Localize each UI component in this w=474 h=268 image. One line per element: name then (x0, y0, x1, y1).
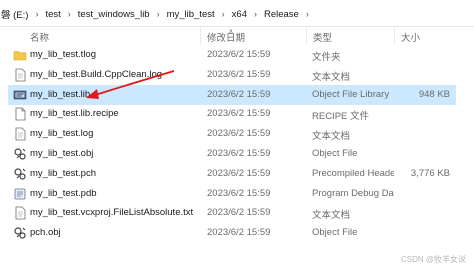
file-row[interactable]: my_lib_test.lib 2023/6/2 15:59 Object File… (8, 84, 456, 105)
file-date: 2023/6/2 15:59 (207, 128, 271, 140)
file-name: my_lib_test.pch (30, 167, 97, 179)
file-date: 2023/6/2 15:59 (207, 49, 271, 60)
column-header-bar: 名称 修改日期 类型 大小 (0, 27, 474, 45)
file-row[interactable]: my_lib_test.tlog 2023/6/2 15:59 文件夹 (8, 45, 456, 65)
column-divider[interactable] (394, 27, 395, 45)
file-type: Object File (312, 148, 358, 159)
breadcrumb-x64[interactable]: x64 (231, 9, 248, 20)
file-row[interactable]: my_lib_test.Build.CppClean.log 2023/6/2 1… (8, 65, 456, 85)
file-row[interactable]: pch.obj 2023/6/2 15:59 Object File (8, 223, 456, 243)
breadcrumb-drive[interactable]: 磐 (E:) (0, 7, 29, 21)
file-name: my_lib_test.Build.CppClean.log (30, 68, 163, 80)
chevron-right-icon[interactable]: › (300, 9, 315, 19)
file-name: my_lib_test.vcxproj.FileListAbsolute.txt (30, 207, 194, 219)
folder-icon (13, 48, 27, 62)
text-file-icon (13, 127, 27, 141)
text-file-icon (13, 68, 27, 82)
breadcrumb-test[interactable]: test (44, 9, 61, 20)
breadcrumb-test-windows-lib[interactable]: test_windows_lib (77, 9, 151, 20)
obj-file-icon (13, 147, 27, 161)
file-type: Object File (312, 227, 358, 239)
file-name: my_lib_test.lib (30, 88, 91, 100)
file-date: 2023/6/2 15:59 (207, 207, 271, 219)
file-row[interactable]: my_lib_test.obj 2023/6/2 15:59 Object File (8, 144, 456, 164)
file-name: my_lib_test.log (30, 128, 94, 140)
breadcrumb-my-lib-test[interactable]: my_lib_test (166, 9, 216, 20)
file-row[interactable]: my_lib_test.log 2023/6/2 15:59 文本文档 (8, 124, 456, 144)
obj-file-icon (13, 167, 27, 181)
chevron-right-icon[interactable]: › (248, 9, 263, 19)
column-header-size[interactable]: 大小 (401, 30, 420, 44)
file-size: 3,776 KB (410, 167, 450, 179)
file-icon (13, 107, 27, 121)
file-row[interactable]: my_lib_test.vcxproj.FileListAbsolute.txt… (8, 203, 456, 223)
pdb-file-icon (13, 187, 27, 201)
column-header-name[interactable]: 名称 (30, 30, 49, 44)
address-bar[interactable]: 磐 (E:) › test › test_windows_lib › my_li… (0, 0, 474, 27)
file-type: 文本文档 (312, 71, 351, 83)
sort-up-icon: ∧ (228, 27, 234, 36)
chevron-right-icon[interactable]: › (151, 9, 166, 19)
file-name: my_lib_test.lib.recipe (30, 108, 119, 120)
file-type: RECIPE 文件 (312, 111, 370, 123)
file-row[interactable]: my_lib_test.pch 2023/6/2 15:59 Precompiled… (8, 164, 456, 184)
file-type: Program Debug Da... (312, 187, 394, 199)
column-divider[interactable] (200, 27, 201, 45)
file-name: my_lib_test.tlog (30, 49, 97, 60)
file-date: 2023/6/2 15:59 (207, 148, 271, 159)
file-row[interactable]: my_lib_test.pdb 2023/6/2 15:59 Program Deb… (8, 184, 456, 204)
file-size: 948 KB (418, 88, 450, 100)
column-header-date[interactable]: 修改日期 (207, 30, 245, 44)
breadcrumb: 磐 (E:) › test › test_windows_lib › my_li… (0, 7, 315, 22)
lib-file-icon (13, 88, 27, 102)
breadcrumb-release[interactable]: Release (263, 9, 300, 20)
file-date: 2023/6/2 15:59 (207, 187, 271, 199)
file-type: 文本文档 (312, 131, 351, 143)
file-name: pch.obj (30, 227, 61, 239)
file-type: Precompiled Heade... (312, 167, 394, 179)
file-date: 2023/6/2 15:59 (207, 108, 271, 120)
file-name: my_lib_test.pdb (30, 187, 97, 199)
column-header-type[interactable]: 类型 (313, 30, 332, 44)
chevron-right-icon[interactable]: › (29, 9, 44, 19)
file-date: 2023/6/2 15:59 (207, 88, 271, 100)
file-type: Object File Library (312, 88, 390, 100)
file-date: 2023/6/2 15:59 (207, 68, 271, 80)
file-name: my_lib_test.obj (30, 148, 94, 159)
file-type: 文件夹 (312, 52, 341, 63)
text-file-icon (13, 206, 27, 220)
watermark: CSDN @牧羊女说 (400, 255, 466, 264)
obj-file-icon (13, 226, 27, 240)
file-date: 2023/6/2 15:59 (207, 227, 271, 239)
chevron-right-icon[interactable]: › (216, 9, 231, 19)
chevron-right-icon[interactable]: › (62, 9, 77, 19)
file-date: 2023/6/2 15:59 (207, 167, 271, 179)
file-type: 文本文档 (312, 210, 351, 222)
file-row[interactable]: my_lib_test.lib.recipe 2023/6/2 15:59 RECI… (8, 104, 456, 124)
column-divider[interactable] (306, 27, 307, 45)
